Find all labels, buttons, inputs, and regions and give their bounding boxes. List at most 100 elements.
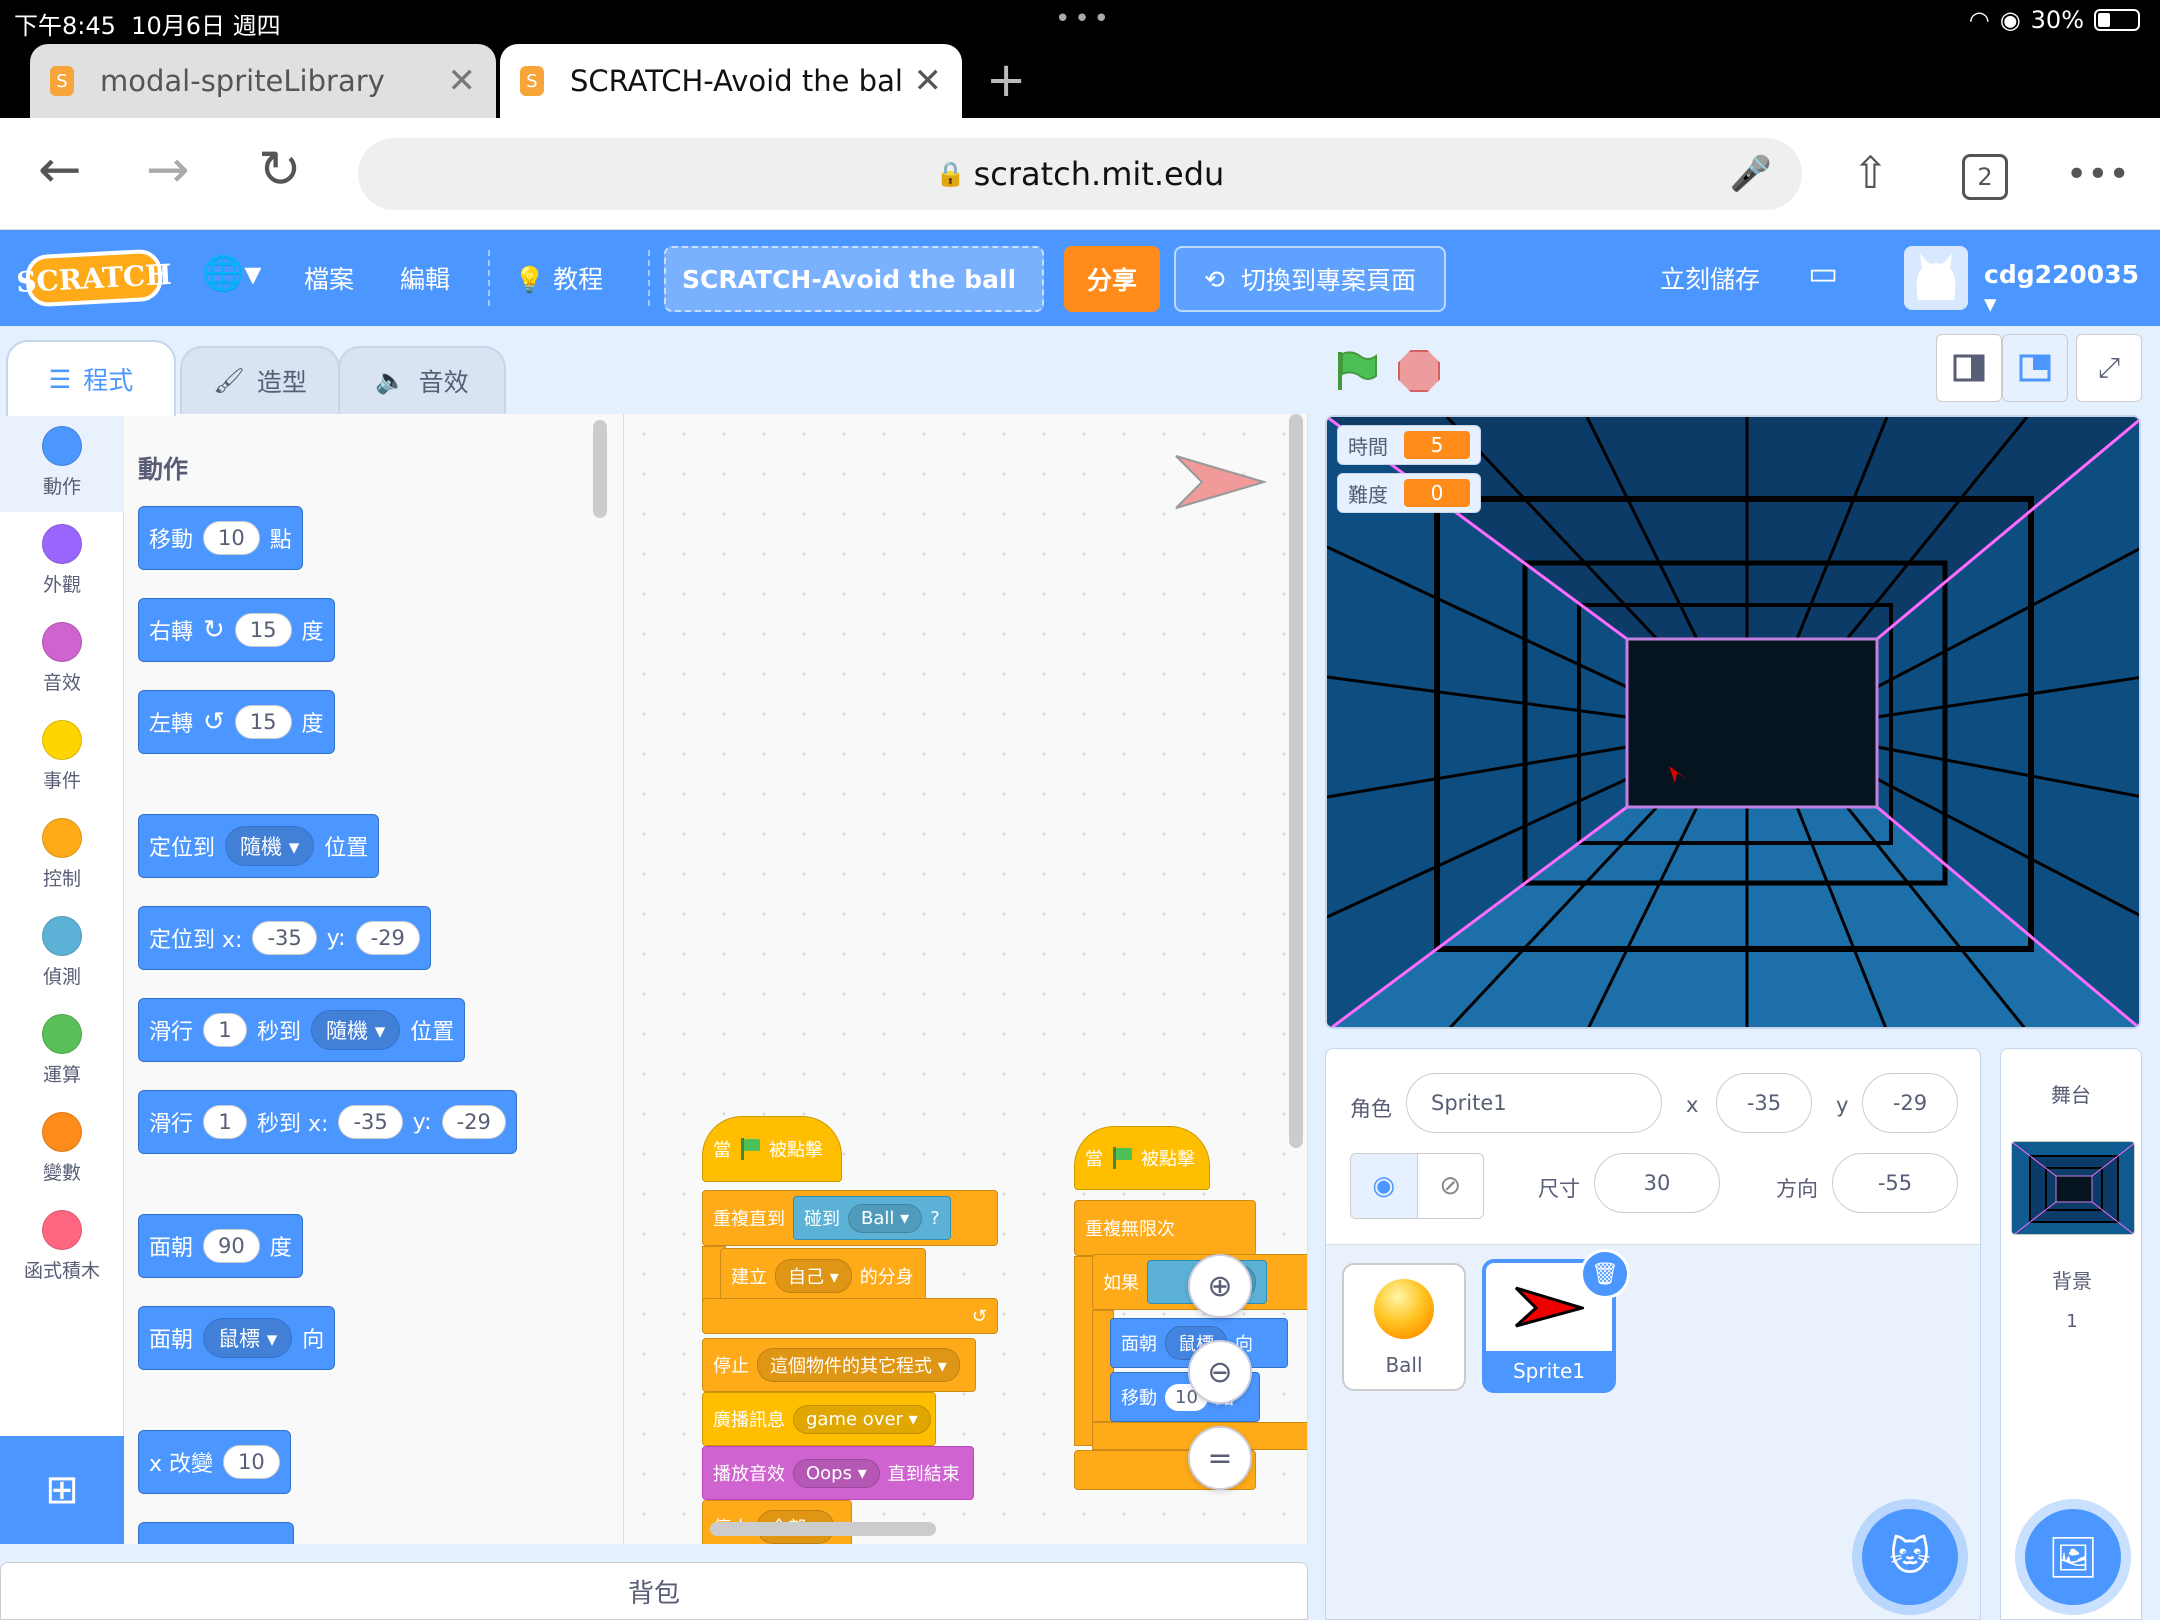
block-move-steps[interactable]: 移動 10 點	[138, 506, 303, 570]
scratch-logo[interactable]: SCRATCH	[15, 248, 173, 308]
add-extension-button[interactable]: ⊞	[0, 1436, 124, 1544]
when-flag-clicked-hat[interactable]: 當被點擊	[702, 1116, 842, 1182]
category-variables[interactable]: 變數	[0, 1100, 124, 1198]
fullscreen-button[interactable]: ⤢	[2076, 334, 2142, 402]
block-point-direction[interactable]: 面朝 90 度	[138, 1214, 303, 1278]
zoom-in-button[interactable]: ⊕	[1188, 1254, 1252, 1318]
menu-file[interactable]: 檔案	[304, 260, 354, 296]
category-sound[interactable]: 音效	[0, 610, 124, 708]
share-icon[interactable]: ⇧	[1852, 148, 1889, 199]
reload-icon[interactable]: ↻	[258, 140, 302, 200]
repeat-until-block[interactable]: 重複直到 碰到 Ball ▾?	[702, 1190, 998, 1246]
address-bar[interactable]: 🔒 scratch.mit.edu 🎤	[358, 138, 1802, 210]
workspace-vertical-scrollbar[interactable]	[1289, 414, 1303, 1148]
multitask-dots-icon[interactable]: •••	[1055, 4, 1113, 34]
hide-sprite-button[interactable]: ⊘	[1418, 1154, 1484, 1218]
block-partial[interactable]	[138, 1522, 294, 1544]
choose-backdrop-button[interactable]: 🖼	[2025, 1509, 2121, 1605]
sprite-info: 角色 Sprite1 x -35 y -29 ◉ ⊘ 尺寸 30 方向 -55	[1326, 1049, 1980, 1245]
sprite-card-ball[interactable]: Ball	[1342, 1263, 1466, 1391]
stop-icon[interactable]	[1398, 350, 1440, 392]
share-button[interactable]: 分享	[1064, 246, 1160, 312]
zoom-out-button[interactable]: ⊖	[1188, 1340, 1252, 1404]
speaker-icon: 🔈	[375, 366, 407, 395]
script-workspace[interactable]: 當被點擊 重複直到 碰到 Ball ▾? 建立 自己 ▾ 的分身 ↺ 停止 這個物件的其…	[624, 414, 1308, 1544]
forever-block[interactable]: 重複無限次	[1074, 1200, 1256, 1256]
green-flag-icon[interactable]	[1334, 348, 1378, 392]
browser-tab-project[interactable]: S SCRATCH-Avoid the ball ✕	[500, 44, 962, 118]
block-change-x[interactable]: x 改變 10	[138, 1430, 291, 1494]
touching-block[interactable]: 碰到 Ball ▾?	[793, 1196, 951, 1240]
my-stuff-folder-icon[interactable]: ▭	[1808, 254, 1838, 292]
broadcast-block[interactable]: 廣播訊息 game over ▾	[702, 1392, 936, 1446]
sprite-name-input[interactable]: Sprite1	[1406, 1073, 1662, 1133]
palette-scrollbar[interactable]	[593, 420, 607, 518]
see-project-page-button[interactable]: ⟲ 切換到專案頁面	[1174, 246, 1446, 312]
more-options-icon[interactable]: •••	[2066, 154, 2130, 195]
language-globe-icon[interactable]: 🌐▾	[202, 254, 261, 294]
forward-arrow-icon[interactable]: →	[146, 140, 190, 200]
normal-stage-button[interactable]	[2002, 334, 2068, 402]
play-sound-until-done-block[interactable]: 播放音效 Oops ▾ 直到結束	[702, 1446, 974, 1500]
zoom-reset-button[interactable]: =	[1188, 1426, 1252, 1490]
new-tab-icon[interactable]: +	[986, 52, 1026, 108]
block-turn-right[interactable]: 右轉 ↻ 15 度	[138, 598, 335, 662]
microphone-icon[interactable]: 🎤	[1730, 154, 1772, 194]
sprite-label: 角色	[1350, 1097, 1392, 1121]
cat-add-icon: 🐱	[1889, 1534, 1931, 1580]
block-turn-left[interactable]: 左轉 ↺ 15 度	[138, 690, 335, 754]
create-clone-block[interactable]: 建立 自己 ▾ 的分身	[720, 1248, 926, 1304]
y-position-input[interactable]: -29	[1862, 1073, 1958, 1133]
tab-sounds[interactable]: 🔈 音效	[338, 346, 506, 414]
small-stage-button[interactable]	[1936, 334, 2002, 402]
block-goto-xy[interactable]: 定位到 x: -35 y: -29	[138, 906, 431, 970]
username-menu[interactable]: cdg220035 ▾	[1984, 260, 2160, 318]
backpack[interactable]: 背包	[0, 1562, 1308, 1620]
save-now-button[interactable]: 立刻儲存	[1660, 260, 1760, 296]
normal-stage-icon	[2019, 354, 2051, 382]
block-glide-xy[interactable]: 滑行 1 秒到 x: -35 y: -29	[138, 1090, 517, 1154]
stage-canvas[interactable]: 時間 5 難度 0	[1325, 415, 2141, 1029]
scratch-menu-bar: SCRATCH 🌐▾ 檔案 編輯 💡 教程 SCRATCH-Avoid the …	[0, 230, 2160, 326]
arrow-sprite-icon	[1514, 1286, 1584, 1328]
workspace-horizontal-scrollbar[interactable]	[710, 1522, 936, 1536]
category-my-blocks[interactable]: 函式積木	[0, 1198, 124, 1296]
tab-code[interactable]: ☰ 程式	[6, 340, 176, 416]
block-glide-to[interactable]: 滑行 1 秒到 隨機 ▾ 位置	[138, 998, 466, 1062]
show-sprite-button[interactable]: ◉	[1351, 1154, 1418, 1218]
close-tab-icon[interactable]: ✕	[448, 61, 477, 101]
size-input[interactable]: 30	[1594, 1153, 1720, 1213]
scratch-favicon-icon: S	[50, 66, 74, 96]
category-operators[interactable]: 運算	[0, 1002, 124, 1100]
menu-edit[interactable]: 編輯	[400, 260, 450, 296]
when-flag-clicked-hat-2[interactable]: 當被點擊	[1074, 1126, 1210, 1190]
backdrop-thumbnail-icon	[2012, 1142, 2134, 1234]
sprite-card-sprite1[interactable]: Sprite1 🗑	[1482, 1249, 1630, 1393]
direction-label: 方向	[1776, 1177, 1818, 1201]
direction-input[interactable]: -55	[1832, 1153, 1958, 1213]
menu-tutorials[interactable]: 💡 教程	[514, 260, 603, 296]
category-motion[interactable]: 動作	[0, 414, 124, 512]
project-title-input[interactable]: SCRATCH-Avoid the ball	[664, 246, 1044, 312]
variable-monitor-time[interactable]: 時間 5	[1337, 425, 1481, 465]
category-sensing[interactable]: 偵測	[0, 904, 124, 1002]
delete-sprite-button[interactable]: 🗑	[1580, 1249, 1630, 1299]
stop-other-scripts-block[interactable]: 停止 這個物件的其它程式 ▾	[702, 1338, 976, 1392]
category-looks[interactable]: 外觀	[0, 512, 124, 610]
zoom-out-icon: ⊖	[1207, 1354, 1233, 1390]
avatar[interactable]	[1904, 246, 1968, 310]
block-point-towards[interactable]: 面朝 鼠標 ▾ 向	[138, 1306, 336, 1370]
choose-sprite-button[interactable]: 🐱	[1862, 1509, 1958, 1605]
browser-tab-sprite-library[interactable]: S modal-spriteLibrary ✕	[30, 44, 496, 118]
browser-tab-bar: S modal-spriteLibrary ✕ S SCRATCH-Avoid …	[0, 40, 2160, 118]
variable-monitor-difficulty[interactable]: 難度 0	[1337, 473, 1481, 513]
x-position-input[interactable]: -35	[1716, 1073, 1812, 1133]
category-events[interactable]: 事件	[0, 708, 124, 806]
tab-count-button[interactable]: 2	[1962, 154, 2008, 200]
close-tab-icon[interactable]: ✕	[914, 61, 943, 101]
stage-selector[interactable]: 舞台 背景 1 🖼	[2000, 1048, 2142, 1620]
tab-costumes[interactable]: 🖌 造型	[180, 346, 340, 414]
block-goto[interactable]: 定位到 隨機 ▾ 位置	[138, 814, 380, 878]
category-control[interactable]: 控制	[0, 806, 124, 904]
back-arrow-icon[interactable]: ←	[38, 140, 82, 200]
